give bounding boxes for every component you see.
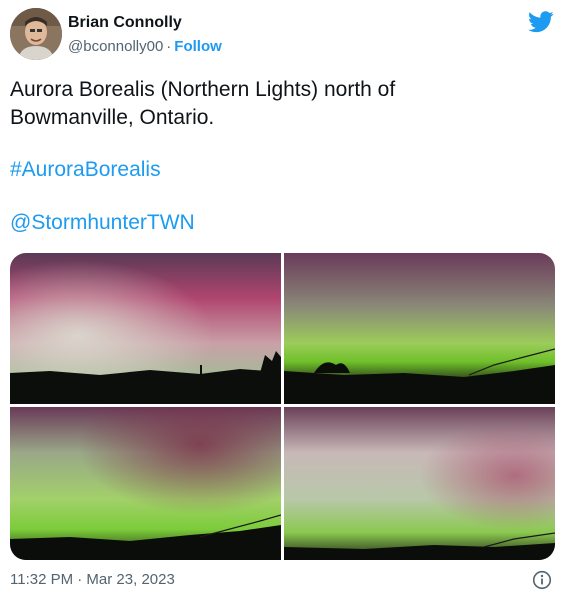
tweet-timestamp[interactable]: 11:32 PM · Mar 23, 2023 (10, 571, 175, 588)
aurora-photo-1[interactable] (10, 253, 281, 404)
author-avatar[interactable] (10, 8, 62, 60)
tweet-text: Aurora Borealis (Northern Lights) north … (10, 76, 530, 132)
info-circle-icon[interactable] (532, 570, 552, 590)
twitter-bird-icon[interactable] (528, 11, 554, 33)
separator-dot: · (166, 38, 172, 55)
author-handle-row: @bconnolly00 · Follow (68, 38, 222, 55)
aurora-photo-2[interactable] (284, 253, 555, 404)
follow-button[interactable]: Follow (174, 38, 222, 55)
aurora-photo-4[interactable] (284, 407, 555, 560)
author-name[interactable]: Brian Connolly (68, 14, 182, 32)
hashtag-link[interactable]: #AuroraBorealis (10, 158, 161, 182)
media-grid (10, 253, 555, 560)
author-handle[interactable]: @bconnolly00 (68, 38, 163, 55)
mention-link[interactable]: @StormhunterTWN (10, 211, 195, 235)
tweet-text-line-1: Aurora Borealis (Northern Lights) north … (10, 78, 396, 101)
aurora-photo-3[interactable] (10, 407, 281, 560)
tweet-text-line-2: Bowmanville, Ontario. (10, 106, 215, 129)
